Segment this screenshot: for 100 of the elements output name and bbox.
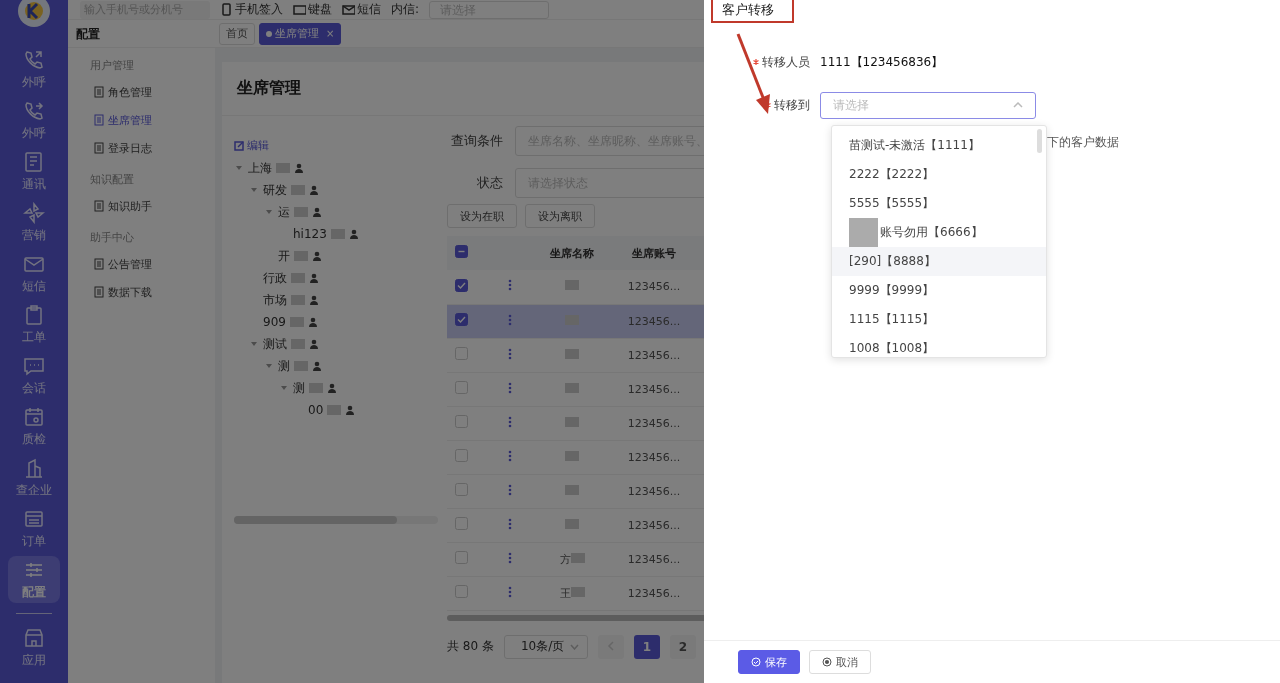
document-icon — [94, 114, 104, 126]
menu-item[interactable]: 角色管理 — [68, 78, 215, 106]
more-icon[interactable] — [508, 551, 512, 564]
hint-text: 下的客户数据 — [1047, 134, 1119, 151]
nav-item[interactable]: 营销 — [8, 199, 60, 246]
chevron-up-icon — [1013, 102, 1023, 108]
menu-item[interactable]: 坐席管理 — [68, 106, 215, 134]
column-header: 坐席名称 — [550, 246, 594, 260]
tree-item[interactable]: 运 — [278, 203, 290, 221]
field-label: 转移到 — [774, 96, 810, 114]
pinwheel-icon — [23, 201, 45, 224]
redaction-mark — [276, 163, 290, 173]
dropdown-option[interactable]: 5555【5555】 — [832, 189, 1046, 218]
scrollbar[interactable] — [234, 516, 438, 524]
nav-item[interactable]: 订单 — [8, 505, 60, 552]
redaction-mark — [565, 348, 579, 359]
more-icon[interactable] — [508, 347, 512, 360]
more-icon[interactable] — [508, 449, 512, 462]
tree-item[interactable]: 上海 — [248, 159, 272, 177]
tree-item[interactable]: 测试 — [263, 335, 287, 353]
table-cell: 123456... — [627, 382, 681, 396]
more-icon[interactable] — [508, 585, 512, 598]
toolbar-button[interactable]: 手机签入 — [220, 1, 283, 18]
redaction-mark — [565, 518, 579, 529]
phone-icon — [23, 48, 45, 71]
nav-item[interactable]: 配置 — [8, 556, 60, 603]
redaction-mark — [291, 273, 305, 283]
more-icon[interactable] — [508, 517, 512, 530]
tab[interactable]: 坐席管理 × — [259, 22, 342, 45]
redaction-mark — [294, 207, 308, 217]
nav-item[interactable]: 工单 — [8, 301, 60, 348]
save-button[interactable]: 保存 — [738, 650, 800, 674]
tree-item[interactable]: 测 — [293, 379, 305, 397]
person-icon — [294, 163, 304, 173]
table-cell: 123456... — [627, 518, 681, 532]
person-icon — [309, 185, 319, 195]
tree-item[interactable]: hi123 — [293, 227, 327, 241]
redaction-mark — [565, 280, 579, 291]
nav-item[interactable]: 应用 — [8, 624, 60, 671]
phone-icon — [220, 3, 233, 16]
dropdown-option[interactable]: 账号勿用【6666】 — [832, 218, 1046, 247]
toolbar-button[interactable]: 短信 — [342, 1, 381, 18]
menu-item[interactable]: 登录日志 — [68, 134, 215, 162]
nav-item[interactable]: 会话 — [8, 352, 60, 399]
total-count: 共 80 条 — [447, 638, 494, 655]
dropdown-option[interactable]: 2222【2222】 — [832, 160, 1046, 189]
more-icon[interactable] — [508, 313, 512, 326]
menu-item[interactable]: 公告管理 — [68, 250, 215, 278]
page-button[interactable]: 2 — [669, 634, 696, 659]
redaction-mark — [570, 586, 585, 597]
close-button[interactable]: × — [326, 23, 335, 44]
action-button[interactable]: 设为离职 — [525, 204, 595, 228]
redaction-mark — [309, 383, 323, 393]
tab[interactable]: 首页 — [219, 22, 255, 45]
redaction-mark — [327, 405, 342, 415]
dot-circle-icon — [822, 657, 832, 667]
more-icon[interactable] — [508, 483, 512, 496]
tree-item[interactable]: 开 — [278, 247, 290, 265]
more-icon[interactable] — [508, 415, 512, 428]
document-icon — [94, 286, 104, 298]
person-icon — [309, 295, 319, 305]
tree-item[interactable]: 00 — [308, 403, 324, 417]
cancel-button[interactable]: 取消 — [809, 650, 871, 674]
action-button[interactable]: 设为在职 — [447, 204, 517, 228]
tree-item[interactable]: 测 — [278, 357, 290, 375]
dropdown-option[interactable]: 苗测试-未激活【1111】 — [832, 131, 1046, 160]
redaction-mark — [565, 450, 579, 461]
toolbar-button[interactable]: 键盘 — [293, 1, 332, 18]
previous-page-button[interactable] — [597, 634, 624, 659]
dropdown-option[interactable]: [290]【8888】 — [832, 247, 1046, 276]
redaction-mark — [291, 185, 305, 195]
dropdown-option[interactable]: 1008【1008】 — [832, 334, 1046, 357]
tree-item[interactable]: 研发 — [263, 181, 287, 199]
edit-link[interactable]: 编辑 — [234, 138, 269, 153]
menu-item[interactable]: 数据下载 — [68, 278, 215, 306]
redaction-mark — [294, 361, 308, 371]
tree-item[interactable]: 909 — [263, 315, 286, 329]
redaction-mark — [291, 295, 305, 305]
tree-item[interactable]: 市场 — [263, 291, 287, 309]
dropdown-option[interactable]: 9999【9999】 — [832, 276, 1046, 305]
dropdown-option[interactable]: 1115【1115】 — [832, 305, 1046, 334]
column-header: 坐席账号 — [632, 246, 676, 260]
select-all-checkbox[interactable] — [454, 245, 468, 258]
checkbox[interactable] — [454, 313, 468, 326]
more-icon[interactable] — [508, 381, 512, 394]
table-cell: 王 — [559, 586, 571, 600]
page-size-select[interactable]: 10条/页 — [503, 634, 588, 659]
person-icon — [345, 405, 356, 415]
person-icon — [309, 339, 319, 349]
redaction-mark — [330, 229, 345, 239]
person-icon — [312, 207, 322, 217]
document-icon — [94, 142, 104, 154]
menu-item[interactable]: 知识助手 — [68, 192, 215, 220]
checkbox[interactable] — [454, 278, 468, 292]
more-icon[interactable] — [508, 279, 512, 292]
scrollbar[interactable] — [1037, 129, 1042, 153]
nav-item[interactable]: 通讯 — [8, 148, 60, 195]
building-icon — [23, 456, 45, 479]
tree-item[interactable]: 行政 — [263, 269, 287, 287]
page-button[interactable]: 1 — [633, 634, 660, 659]
